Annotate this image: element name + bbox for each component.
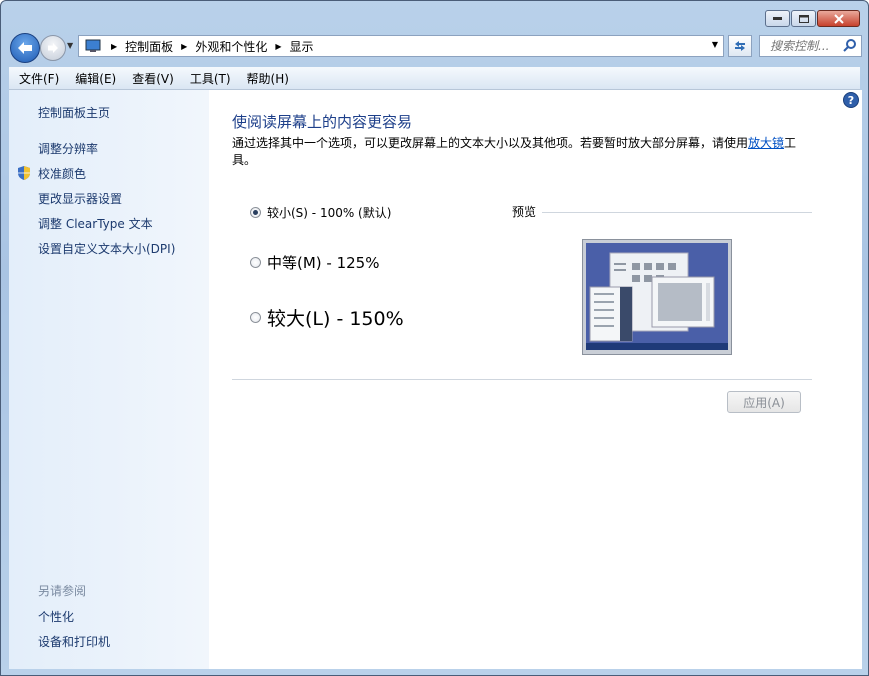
page-description: 通过选择其中一个选项，可以更改屏幕上的文本大小以及其他项。若要暂时放大部分屏幕，… [232, 135, 807, 169]
address-bar[interactable]: ▶ 控制面板 ▶ 外观和个性化 ▶ 显示 ▼ [78, 35, 724, 57]
refresh-icon [735, 41, 745, 51]
maximize-button[interactable] [791, 10, 816, 27]
option-smaller-label[interactable]: 较小(S) - 100% (默认) [267, 204, 391, 221]
apply-button[interactable]: 应用(A) [727, 391, 801, 413]
radio-medium[interactable] [250, 257, 261, 268]
sidebar-link-devices-printers[interactable]: 设备和打印机 [38, 633, 110, 650]
sidebar-link-adjust-resolution[interactable]: 调整分辨率 [38, 140, 98, 157]
radio-larger[interactable] [250, 312, 261, 323]
back-arrow-icon [18, 42, 32, 54]
search-icon[interactable] [843, 38, 857, 52]
sidebar-link-custom-dpi[interactable]: 设置自定义文本大小(DPI) [38, 240, 175, 257]
sidebar-link-personalization[interactable]: 个性化 [38, 608, 74, 625]
recent-pages-dropdown[interactable]: ▼ [67, 41, 73, 50]
control-panel-icon [85, 39, 101, 52]
main-panel: ? 使阅读屏幕上的内容更容易 通过选择其中一个选项，可以更改屏幕上的文本大小以及… [232, 90, 862, 669]
back-button[interactable] [10, 33, 40, 63]
control-panel-window: ▼ ▶ 控制面板 ▶ 外观和个性化 ▶ 显示 ▼ 文件(F) 编辑(E) 查看(… [0, 0, 869, 676]
address-dropdown-icon[interactable]: ▼ [712, 40, 718, 49]
menu-bar: 文件(F) 编辑(E) 查看(V) 工具(T) 帮助(H) [9, 67, 860, 90]
forward-arrow-icon [48, 43, 58, 53]
section-divider [232, 379, 812, 380]
task-pane: 控制面板主页 调整分辨率 校准颜色 更改显示器设置 调整 ClearType 文… [9, 90, 209, 669]
magnifier-link[interactable]: 放大镜 [748, 136, 784, 150]
menu-view[interactable]: 查看(V) [122, 70, 180, 87]
breadcrumb-appearance[interactable]: 外观和个性化 [195, 38, 267, 55]
radio-smaller[interactable] [250, 207, 261, 218]
sidebar-link-control-panel-home[interactable]: 控制面板主页 [38, 104, 110, 121]
option-medium[interactable]: 中等(M) - 125% [250, 252, 379, 273]
breadcrumb-control-panel[interactable]: 控制面板 [125, 38, 173, 55]
sidebar-link-adjust-cleartype[interactable]: 调整 ClearType 文本 [38, 215, 153, 232]
menu-help[interactable]: 帮助(H) [237, 70, 295, 87]
maximize-icon [798, 14, 809, 23]
breadcrumb-arrow-icon[interactable]: ▶ [181, 42, 187, 51]
option-larger-label[interactable]: 较大(L) - 150% [267, 304, 404, 331]
option-medium-label[interactable]: 中等(M) - 125% [267, 252, 379, 273]
sidebar-link-change-display-settings[interactable]: 更改显示器设置 [38, 190, 122, 207]
forward-button[interactable] [40, 35, 66, 61]
see-also-heading: 另请参阅 [38, 584, 87, 598]
menu-file[interactable]: 文件(F) [9, 70, 65, 87]
close-icon [833, 13, 844, 24]
shield-icon [18, 166, 30, 180]
description-text: 通过选择其中一个选项，可以更改屏幕上的文本大小以及其他项。若要暂时放大部分屏幕，… [232, 136, 749, 150]
breadcrumb-display[interactable]: 显示 [290, 38, 314, 55]
caption-buttons [764, 10, 860, 27]
option-smaller[interactable]: 较小(S) - 100% (默认) [250, 204, 391, 221]
option-larger[interactable]: 较大(L) - 150% [250, 304, 404, 331]
page-title: 使阅读屏幕上的内容更容易 [232, 113, 413, 131]
search-box[interactable] [759, 35, 862, 57]
content-area: 控制面板主页 调整分辨率 校准颜色 更改显示器设置 调整 ClearType 文… [9, 90, 862, 669]
preview-image [582, 239, 732, 355]
preview-divider [542, 212, 812, 213]
breadcrumb-arrow-icon[interactable]: ▶ [275, 42, 281, 51]
navigation-bar: ▼ ▶ 控制面板 ▶ 外观和个性化 ▶ 显示 ▼ [6, 31, 863, 63]
close-button[interactable] [817, 10, 860, 27]
breadcrumb-arrow-icon[interactable]: ▶ [111, 42, 117, 51]
refresh-button[interactable] [728, 35, 752, 57]
help-icon[interactable]: ? [843, 92, 859, 108]
search-input[interactable] [768, 38, 842, 54]
preview-label: 预览 [512, 205, 537, 219]
menu-edit[interactable]: 编辑(E) [65, 70, 122, 87]
minimize-icon [773, 17, 782, 20]
minimize-button[interactable] [765, 10, 790, 27]
menu-tools[interactable]: 工具(T) [180, 70, 237, 87]
sidebar-link-calibrate-color[interactable]: 校准颜色 [38, 165, 86, 182]
